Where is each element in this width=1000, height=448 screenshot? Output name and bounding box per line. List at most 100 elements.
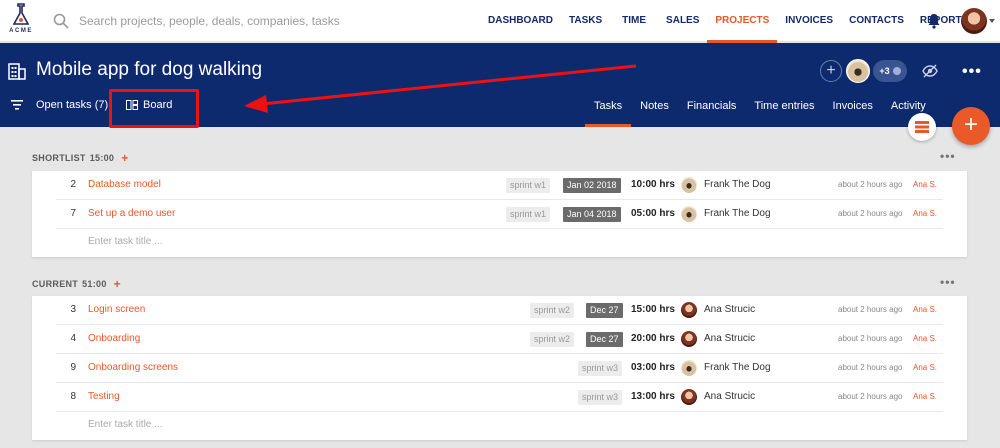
more-members-badge[interactable]: +3	[873, 60, 907, 82]
sprint-tag[interactable]: sprint w2	[530, 303, 575, 318]
task-row[interactable]: 7 Set up a demo user sprint w1 Jan 04 20…	[56, 200, 943, 229]
assignee-name[interactable]: Ana Strucic	[704, 333, 755, 344]
new-task-input[interactable]	[88, 236, 488, 247]
task-list-shortlist: 2 Database model sprint w1 Jan 02 2018 1…	[32, 171, 967, 257]
logo-text: ACME	[9, 28, 33, 34]
sprint-tag[interactable]: sprint w3	[578, 361, 623, 376]
new-task-input[interactable]	[88, 419, 488, 430]
tab-time-entries[interactable]: Time entries	[745, 86, 823, 127]
add-member-button[interactable]: +	[820, 60, 842, 82]
task-name[interactable]: Set up a demo user	[88, 208, 175, 219]
task-name[interactable]: Onboarding screens	[88, 362, 178, 373]
tab-financials[interactable]: Financials	[678, 86, 746, 127]
sprint-tag[interactable]: sprint w1	[506, 207, 551, 222]
assignee-avatar	[681, 360, 697, 376]
task-number: 8	[70, 391, 76, 402]
section-time: 51:00	[82, 279, 107, 289]
search-input[interactable]	[79, 14, 409, 28]
updated-time: about 2 hours ago	[838, 305, 903, 314]
updated-by[interactable]: Ana S.	[913, 392, 937, 401]
task-row[interactable]: 2 Database model sprint w1 Jan 02 2018 1…	[56, 171, 943, 200]
task-name[interactable]: Onboarding	[88, 333, 140, 344]
search-icon	[53, 13, 69, 29]
nav-dashboard[interactable]: DASHBOARD	[480, 0, 561, 42]
add-task-button[interactable]: +	[121, 152, 128, 164]
more-options-icon[interactable]: •••	[962, 63, 982, 81]
task-row[interactable]: 9 Onboarding screens sprint w3 03:00 hrs…	[56, 354, 943, 383]
list-icon	[915, 121, 929, 133]
updated-by[interactable]: Ana S.	[913, 180, 937, 189]
nav-sales[interactable]: SALES	[658, 0, 707, 42]
assignee-name[interactable]: Frank The Dog	[704, 362, 771, 373]
filter-icon[interactable]	[11, 100, 23, 110]
updated-by[interactable]: Ana S.	[913, 334, 937, 343]
task-number: 2	[70, 179, 76, 190]
bell-icon[interactable]	[927, 13, 941, 29]
due-date-badge[interactable]: Dec 27	[586, 303, 623, 318]
section-time: 15:00	[89, 153, 115, 163]
tab-notes[interactable]: Notes	[631, 86, 678, 127]
assignee-name[interactable]: Ana Strucic	[704, 391, 755, 402]
assignee-avatar	[681, 302, 697, 318]
assignee-avatar	[681, 389, 697, 405]
section-menu-icon[interactable]: •••	[940, 149, 956, 163]
task-name[interactable]: Database model	[88, 179, 161, 190]
flask-icon	[12, 3, 30, 25]
assignee-name[interactable]: Frank The Dog	[704, 208, 771, 219]
section-header-current: CURRENT 51:00 +	[32, 278, 121, 290]
updated-time: about 2 hours ago	[838, 180, 903, 189]
assignee-name[interactable]: Frank The Dog	[704, 179, 771, 190]
updated-time: about 2 hours ago	[838, 334, 903, 343]
task-number: 9	[70, 362, 76, 373]
section-header-shortlist: SHORTLIST 15:00 +	[32, 152, 129, 164]
task-number: 3	[70, 304, 76, 315]
updated-by[interactable]: Ana S.	[913, 305, 937, 314]
nav-contacts[interactable]: CONTACTS	[841, 0, 912, 42]
updated-by[interactable]: Ana S.	[913, 209, 937, 218]
nav-projects[interactable]: PROJECTS	[707, 0, 778, 43]
add-task-button[interactable]: +	[114, 278, 121, 290]
more-members-count: +3	[879, 66, 890, 76]
task-hours: 05:00 hrs	[631, 208, 675, 219]
add-task-fab[interactable]: +	[952, 107, 990, 145]
task-name[interactable]: Testing	[88, 391, 120, 402]
updated-time: about 2 hours ago	[838, 392, 903, 401]
nav-time[interactable]: TIME	[610, 0, 658, 42]
tab-invoices[interactable]: Invoices	[824, 86, 882, 127]
eye-off-icon[interactable]	[922, 64, 938, 78]
updated-time: about 2 hours ago	[838, 363, 903, 372]
open-tasks-filter[interactable]: Open tasks (7)	[36, 99, 108, 111]
assignee-avatar	[681, 331, 697, 347]
sprint-tag[interactable]: sprint w2	[530, 332, 575, 347]
tab-tasks[interactable]: Tasks	[585, 86, 632, 127]
due-date-badge[interactable]: Jan 04 2018	[563, 207, 621, 222]
sprint-tag[interactable]: sprint w1	[506, 178, 551, 193]
due-date-badge[interactable]: Dec 27	[586, 332, 623, 347]
task-row[interactable]: 3 Login screen sprint w2 Dec 27 15:00 hr…	[56, 296, 943, 325]
due-date-badge[interactable]: Jan 02 2018	[563, 178, 621, 193]
assignee-name[interactable]: Ana Strucic	[704, 304, 755, 315]
main-nav: DASHBOARD TASKS TIME SALES PROJECTS INVO…	[480, 0, 976, 43]
new-task-row	[56, 229, 943, 257]
project-tabs: Tasks Notes Financials Time entries Invo…	[585, 86, 935, 127]
chevron-down-icon[interactable]	[989, 19, 995, 23]
task-row[interactable]: 4 Onboarding sprint w2 Dec 27 20:00 hrs …	[56, 325, 943, 354]
task-list-current: 3 Login screen sprint w2 Dec 27 15:00 hr…	[32, 296, 967, 440]
section-name: SHORTLIST	[32, 153, 86, 163]
nav-tasks[interactable]: TASKS	[561, 0, 610, 42]
updated-by[interactable]: Ana S.	[913, 363, 937, 372]
nav-invoices[interactable]: INVOICES	[777, 0, 841, 42]
task-hours: 03:00 hrs	[631, 362, 675, 373]
acme-logo[interactable]: ACME	[6, 3, 36, 39]
list-view-button[interactable]	[908, 113, 936, 141]
task-row[interactable]: 8 Testing sprint w3 13:00 hrs Ana Struci…	[56, 383, 943, 412]
task-name[interactable]: Login screen	[88, 304, 145, 315]
sprint-tag[interactable]: sprint w3	[578, 390, 623, 405]
section-menu-icon[interactable]: •••	[940, 275, 956, 289]
task-hours: 10:00 hrs	[631, 179, 675, 190]
section-name: CURRENT	[32, 279, 79, 289]
building-icon	[8, 63, 26, 80]
task-hours: 20:00 hrs	[631, 333, 675, 344]
user-avatar[interactable]	[961, 8, 987, 34]
member-avatar[interactable]	[846, 59, 870, 83]
